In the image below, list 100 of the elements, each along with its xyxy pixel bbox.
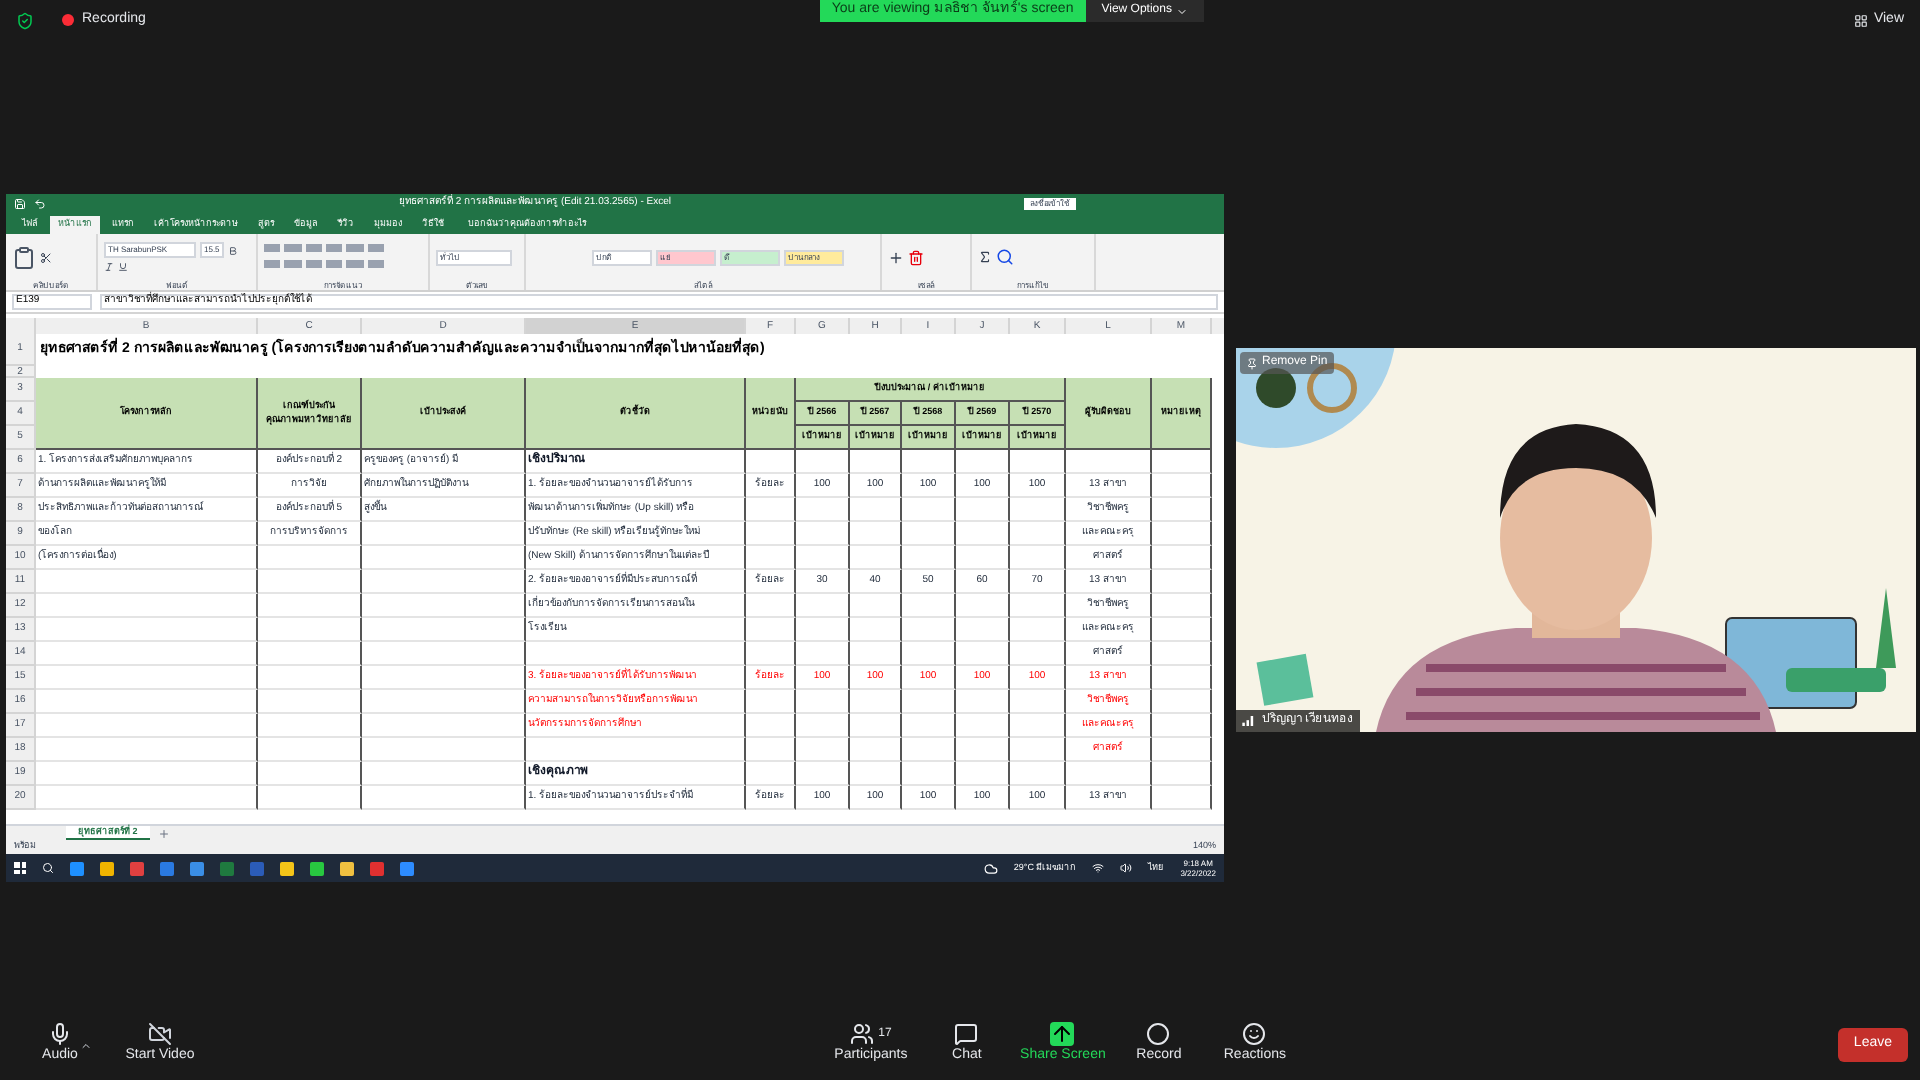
table-cell [796,522,850,546]
table-cell [1152,714,1212,738]
table-cell [258,666,362,690]
table-cell [258,546,362,570]
table-cell [956,498,1010,522]
table-cell [1010,522,1066,546]
table-cell [258,642,362,666]
insert-icon[interactable] [888,249,904,265]
delete-icon[interactable] [908,249,924,265]
table-cell [796,618,850,642]
table-cell [258,762,362,786]
taskbar-app-icon[interactable] [400,861,414,875]
table-cell [850,738,902,762]
table-cell [746,450,796,474]
table-cell [902,762,956,786]
weather-icon [983,861,998,875]
table-cell [258,786,362,810]
table-cell [746,714,796,738]
table-cell [850,690,902,714]
table-cell [956,522,1010,546]
table-cell [1010,546,1066,570]
table-cell [1152,546,1212,570]
paste-icon[interactable] [12,245,36,269]
italic-icon[interactable] [104,262,114,272]
table-cell [1010,762,1066,786]
table-cell [796,498,850,522]
taskbar-app-icon[interactable] [100,861,114,875]
volume-icon[interactable] [1120,862,1133,874]
table-cell [902,714,956,738]
table-cell [1152,666,1212,690]
table-cell [850,714,902,738]
taskbar-app-icon[interactable] [340,861,354,875]
table-cell [1010,738,1066,762]
table-cell [902,594,956,618]
table-cell [1010,498,1066,522]
people-icon [850,1022,875,1047]
bold-icon[interactable] [227,245,238,255]
table-cell [746,762,796,786]
table-cell [850,498,902,522]
cut-icon[interactable] [40,251,52,263]
table-cell [1152,690,1212,714]
network-icon[interactable] [1092,862,1105,874]
microphone-icon [48,1022,72,1047]
table-cell [850,642,902,666]
grid-icon [1853,13,1868,27]
underline-icon[interactable] [118,262,128,272]
table-cell [1066,450,1152,474]
table-cell [956,594,1010,618]
table-cell [1152,450,1212,474]
caret-icon [1175,5,1188,17]
table-cell [796,594,850,618]
windows-start-icon[interactable] [14,862,26,874]
table-cell [258,618,362,642]
camera-off-icon [148,1022,172,1047]
save-icon[interactable] [14,198,26,210]
security-icon[interactable] [16,11,34,29]
table-cell [956,714,1010,738]
table-cell [1010,450,1066,474]
table-cell [1010,714,1066,738]
signal-icon [1242,716,1256,726]
table-cell [1152,522,1212,546]
undo-icon[interactable] [34,198,46,210]
smiley-icon [1242,1022,1267,1047]
taskbar-app-icon[interactable] [190,861,204,875]
add-sheet-icon[interactable] [157,827,170,839]
table-cell [850,594,902,618]
taskbar-app-icon[interactable] [70,861,84,875]
table-cell [902,546,956,570]
table-cell [1152,642,1212,666]
table-cell [796,642,850,666]
search-icon[interactable] [996,248,1014,266]
table-cell [258,738,362,762]
table-cell [1010,618,1066,642]
taskbar-app-icon[interactable] [310,861,324,875]
table-cell [1152,474,1212,498]
table-cell [902,450,956,474]
audio-options-icon[interactable] [80,1039,92,1051]
table-cell [1152,786,1212,810]
table-cell [1152,762,1212,786]
table-cell [956,738,1010,762]
table-cell [902,642,956,666]
table-cell [258,690,362,714]
table-cell [956,618,1010,642]
table-cell [956,450,1010,474]
table-cell [850,762,902,786]
table-cell [746,618,796,642]
table-cell [902,738,956,762]
table-cell [796,762,850,786]
table-cell [1152,594,1212,618]
table-cell [796,546,850,570]
table-cell [956,642,1010,666]
chat-icon [954,1022,979,1047]
pin-icon [1246,357,1258,369]
sum-icon[interactable] [978,250,992,264]
table-cell [850,450,902,474]
table-cell [850,522,902,546]
table-cell [1152,618,1212,642]
table-cell [746,498,796,522]
taskbar-app-icon[interactable] [280,861,294,875]
table-cell [1152,498,1212,522]
